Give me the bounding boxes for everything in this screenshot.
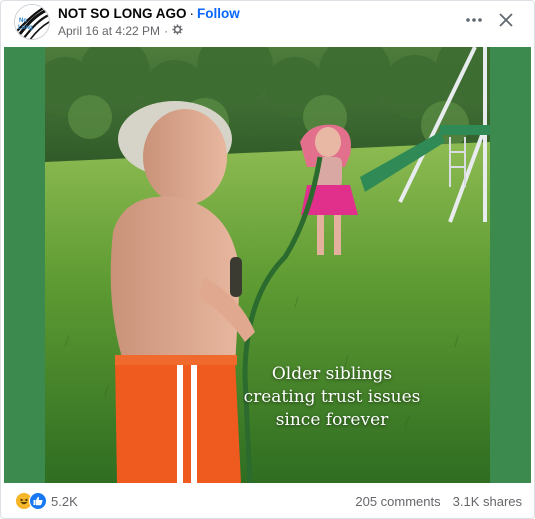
- caption-line-2: creating trust issues: [243, 387, 421, 407]
- like-icon: [29, 492, 47, 510]
- more-options-button[interactable]: [459, 7, 489, 33]
- page-avatar[interactable]: No Long: [14, 4, 50, 40]
- comments-count-link[interactable]: 205 comments: [355, 494, 440, 509]
- post-card: No Long NOT SO LONG AGO · Follow April 16 …: [0, 0, 535, 519]
- reaction-count: 5.2K: [51, 493, 78, 509]
- post-footer: 5.2K 205 comments 3.1K shares: [1, 487, 535, 517]
- post-meta: April 16 at 4:22 PM ·: [58, 24, 183, 38]
- meta-separator: ·: [164, 24, 169, 38]
- reactions-summary[interactable]: 5.2K: [15, 492, 78, 510]
- name-separator: ·: [189, 6, 195, 21]
- more-horizontal-icon: [466, 18, 482, 22]
- gear-icon[interactable]: [172, 24, 183, 38]
- avatar-logo-icon: No Long: [15, 5, 49, 39]
- post-media[interactable]: Older siblings creating trust issues sin…: [4, 47, 531, 483]
- post-author-line: NOT SO LONG AGO · Follow: [58, 6, 240, 21]
- engagement-stats: 205 comments 3.1K shares: [355, 494, 522, 509]
- shares-count-link[interactable]: 3.1K shares: [453, 494, 522, 509]
- post-timestamp[interactable]: April 16 at 4:22 PM: [58, 24, 160, 38]
- follow-button[interactable]: Follow: [197, 6, 240, 21]
- image-caption: Older siblings creating trust issues sin…: [232, 363, 432, 432]
- close-button[interactable]: [493, 7, 519, 33]
- caption-line-3: since forever: [275, 410, 389, 430]
- close-icon: [499, 13, 513, 27]
- page-name-link[interactable]: NOT SO LONG AGO: [58, 6, 187, 21]
- post-header: No Long NOT SO LONG AGO · Follow April 16 …: [1, 1, 535, 45]
- svg-text:No: No: [19, 18, 27, 24]
- caption-line-1: Older siblings: [271, 364, 393, 384]
- svg-text:Long: Long: [18, 25, 33, 31]
